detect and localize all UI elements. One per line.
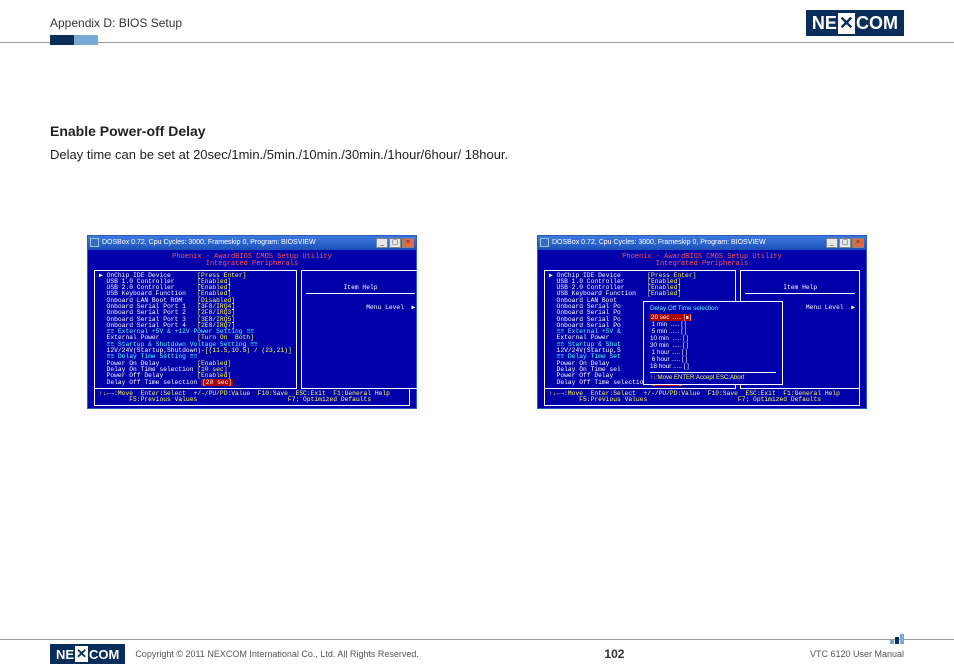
section-title: Enable Power-off Delay (50, 123, 904, 139)
dosbox-app-icon (540, 238, 549, 247)
copyright-text: Copyright © 2011 NEXCOM International Co… (135, 649, 419, 659)
window-titlebar: DOSBox 0.72, Cpu Cycles: 3000, Frameskip… (538, 236, 866, 250)
bios-utility-title: Phoenix - AwardBIOS CMOS Setup Utility I… (544, 254, 860, 268)
page-footer: NE✕COM Copyright © 2011 NEXCOM Internati… (0, 639, 954, 664)
window-titlebar: DOSBox 0.72, Cpu Cycles: 3000, Frameskip… (88, 236, 416, 250)
screenshot-row: DOSBox 0.72, Cpu Cycles: 3000, Frameskip… (50, 235, 904, 410)
logo-x-icon: ✕ (838, 13, 855, 34)
doc-name: VTC 6120 User Manual (810, 649, 904, 659)
content-area: Enable Power-off Delay Delay time can be… (0, 43, 954, 429)
minimize-button[interactable]: _ (826, 238, 838, 248)
nexcom-logo: NE✕COM (806, 10, 904, 36)
header-tab-deco (50, 35, 98, 45)
bios-settings-panel[interactable]: ▶ OnChip IDE Device [Press Enter] USB 1.… (94, 270, 297, 389)
close-button[interactable]: × (852, 238, 864, 248)
bios-screenshot-right: DOSBox 0.72, Cpu Cycles: 3000, Frameskip… (537, 235, 867, 410)
footer-deco-icon (890, 634, 904, 644)
dosbox-title: DOSBox 0.72, Cpu Cycles: 3000, Frameskip… (102, 239, 316, 246)
minimize-button[interactable]: _ (376, 238, 388, 248)
bios-help-panel: Item Help Menu Level ▶ (301, 270, 421, 389)
logo-x-icon: ✕ (75, 646, 88, 662)
close-button[interactable]: × (402, 238, 414, 248)
maximize-button[interactable]: ▢ (839, 238, 851, 248)
delay-off-popup[interactable]: Delay Off Time selection20 sec ..... [∎]… (643, 301, 783, 385)
bios-utility-title: Phoenix - AwardBIOS CMOS Setup Utility I… (94, 254, 410, 268)
bios-key-hints: ↑↓←→:Move Enter:Select +/-/PU/PD:Value F… (94, 389, 410, 407)
maximize-button[interactable]: ▢ (389, 238, 401, 248)
section-desc: Delay time can be set at 20sec/1min./5mi… (50, 145, 510, 165)
dosbox-title: DOSBox 0.72, Cpu Cycles: 3000, Frameskip… (552, 239, 766, 246)
page-header: Appendix D: BIOS Setup NE✕COM (0, 0, 954, 43)
page-number: 102 (604, 647, 624, 661)
nexcom-logo-footer: NE✕COM (50, 644, 125, 664)
bios-screenshot-left: DOSBox 0.72, Cpu Cycles: 3000, Frameskip… (87, 235, 417, 410)
dosbox-app-icon (90, 238, 99, 247)
bios-key-hints: ↑↓←→:Move Enter:Select +/-/PU/PD:Value F… (544, 389, 860, 407)
appendix-title: Appendix D: BIOS Setup (50, 16, 182, 30)
